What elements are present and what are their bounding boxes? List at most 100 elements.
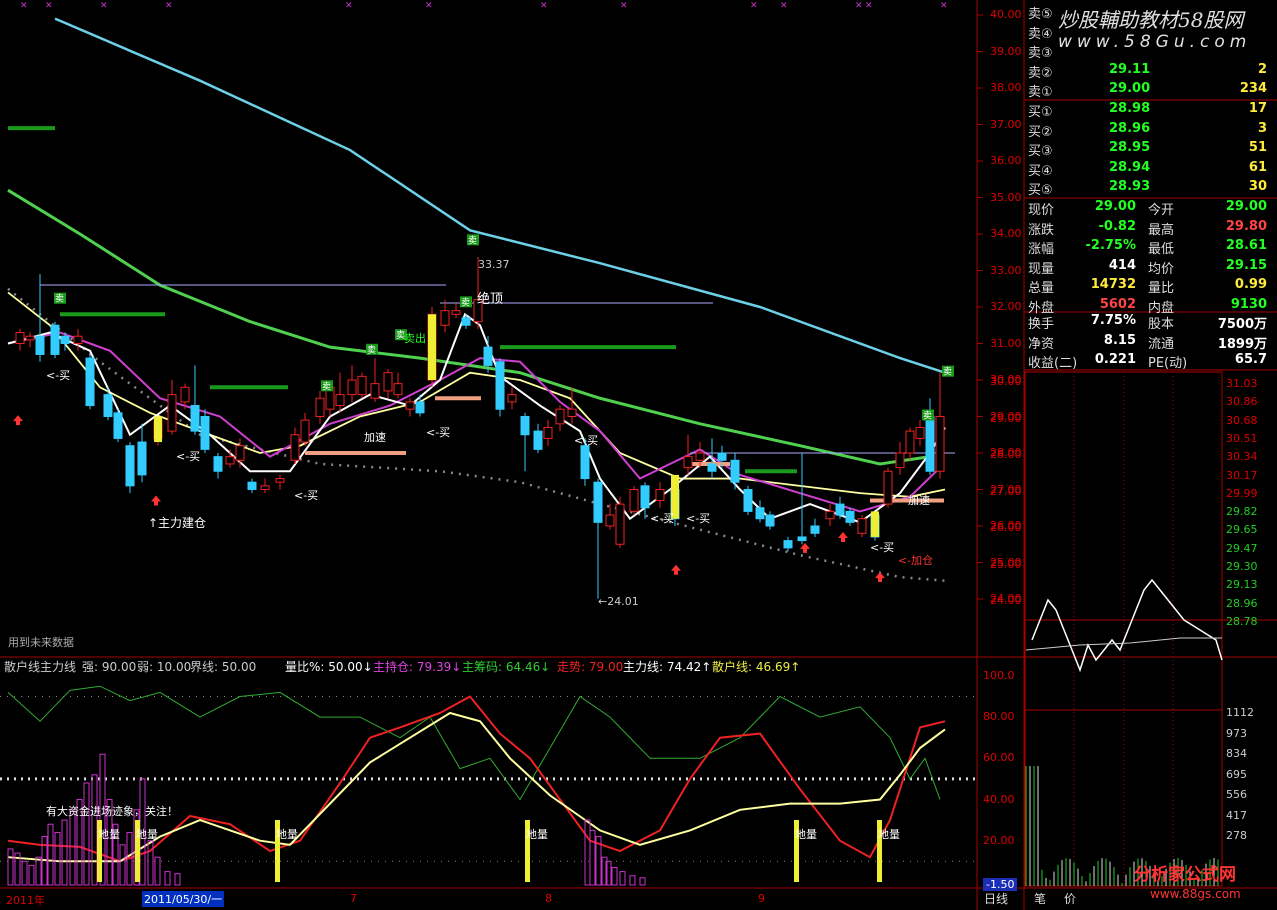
stat-v1: 7.75% <box>1090 313 1136 328</box>
add-position-label: <-加仓 <box>898 554 934 567</box>
intraday-vol-tick: 278 <box>1226 829 1247 842</box>
sell-badge-text: 卖 <box>322 381 331 392</box>
candle-body <box>415 401 425 414</box>
volume-bar <box>91 774 98 886</box>
price-tick: 28.00 <box>990 446 1022 459</box>
low-volume-label: 地量 <box>878 828 900 841</box>
volume-bar <box>629 875 636 886</box>
stat-v1: -0.82 <box>1098 218 1136 234</box>
volume-bar <box>35 856 42 886</box>
candle-body <box>655 489 665 501</box>
low-volume-label: 地量 <box>795 828 817 841</box>
low-volume-label: 地量 <box>136 828 158 841</box>
candle-body <box>15 332 25 344</box>
tab-tick[interactable]: 笔 <box>1034 890 1046 907</box>
price-tick: 37.00 <box>990 117 1022 131</box>
intraday-vol-tick: 417 <box>1226 808 1247 822</box>
volume-bar <box>61 819 68 886</box>
candle-body <box>275 478 285 483</box>
candle-body <box>495 361 505 410</box>
volume-bar <box>639 877 646 886</box>
candle-body <box>113 412 123 439</box>
candle-body <box>629 489 639 512</box>
candle-body <box>507 394 517 403</box>
up-arrow-icon <box>838 531 848 542</box>
volume-bar <box>21 860 28 886</box>
candle-body <box>755 507 765 520</box>
price-tick: 34.00 <box>990 227 1022 240</box>
candle-body <box>857 518 867 534</box>
stat-v2: 7500万 <box>1217 317 1267 332</box>
date-label-jul: 7 <box>350 892 357 905</box>
sell-badge-text: 卖 <box>468 235 477 246</box>
price-tick: 31.00 <box>990 336 1022 350</box>
top-star-icon: ✕ <box>780 1 788 11</box>
candle-body <box>615 503 625 545</box>
indicator-tick: 80.00 <box>983 710 1015 724</box>
volume-bar <box>174 873 181 886</box>
tab-daily[interactable]: 日线 <box>984 890 1008 907</box>
candle-body <box>925 416 935 472</box>
candle-body <box>605 514 615 527</box>
sell-badge-text: 卖 <box>367 345 376 356</box>
low-volume-label: 地量 <box>98 828 120 841</box>
tab-price[interactable]: 价 <box>1064 890 1076 907</box>
candle-body <box>810 525 820 534</box>
stat-l1: 涨跌 <box>1028 222 1055 238</box>
candle-body <box>357 375 367 396</box>
low-price-label: ←24.01 <box>598 595 639 608</box>
stat-v1: 0.221 <box>1094 352 1136 367</box>
retail-green-line <box>7 685 941 801</box>
candle-body <box>347 379 357 396</box>
volume-bar <box>154 856 161 886</box>
candle-body <box>580 445 590 480</box>
up-arrow-icon <box>800 542 810 553</box>
buy-signal-label: <-买 <box>650 512 675 525</box>
stat-row: 收益(二) 0.221 PE(动) 65.7 <box>1026 352 1271 371</box>
top-star-icon: ✕ <box>865 1 873 11</box>
candle-body <box>743 489 753 512</box>
candle-body <box>73 335 83 345</box>
candle-body <box>825 510 835 520</box>
intraday-right-tick: 30.86 <box>1226 395 1258 409</box>
indicator-boundary: 界线: 50.00 <box>190 660 257 674</box>
quote-volume: 2 <box>1257 61 1267 77</box>
volume-bar <box>611 866 618 886</box>
up-arrow-icon <box>875 572 885 583</box>
quote-label: 卖① <box>1028 85 1053 100</box>
candle-body <box>200 416 210 450</box>
candle-body <box>137 441 147 476</box>
watermark-title: 炒股輔助教材58股网 <box>1058 8 1244 32</box>
volume-bar <box>47 823 54 886</box>
quote-row: 买③ 28.95 51 <box>1026 140 1271 159</box>
site-logo-url: www.88gs.com <box>1150 887 1241 901</box>
candle-body <box>213 456 223 472</box>
stat-v2: 29.80 <box>1225 218 1267 234</box>
candle-body <box>845 510 855 523</box>
candle-body <box>405 401 415 410</box>
stat-v2: 28.61 <box>1225 238 1267 253</box>
high-price-label: 33.37 <box>478 258 510 271</box>
candle-body <box>915 426 925 439</box>
volume-bar <box>164 871 171 886</box>
intraday-right-tick: 29.82 <box>1226 505 1258 519</box>
volume-bar <box>28 864 35 886</box>
quote-label: 卖⑤ <box>1028 7 1053 22</box>
stat-l2: 均价 <box>1148 261 1175 277</box>
top-star-icon: ✕ <box>540 1 548 11</box>
indicator-main-line: 主力线: 74.42↑ <box>623 660 712 674</box>
volume-bar <box>7 848 14 886</box>
indicator-tick: 60.00 <box>983 751 1015 765</box>
intraday-right-tick: 28.78 <box>1226 614 1258 628</box>
candle-body <box>25 335 35 341</box>
quote-price: 29.11 <box>1109 61 1151 77</box>
candle-body <box>35 335 45 355</box>
price-tick: 26.00 <box>990 519 1022 532</box>
buy-signal-label: <-买 <box>426 426 451 439</box>
candle-body <box>370 383 380 399</box>
price-tick: 32.00 <box>990 300 1022 313</box>
stat-v2: 65.7 <box>1234 352 1267 367</box>
top-star-icon: ✕ <box>940 1 948 11</box>
date-label-aug: 8 <box>545 892 552 905</box>
price-tick: 36.00 <box>990 154 1022 167</box>
